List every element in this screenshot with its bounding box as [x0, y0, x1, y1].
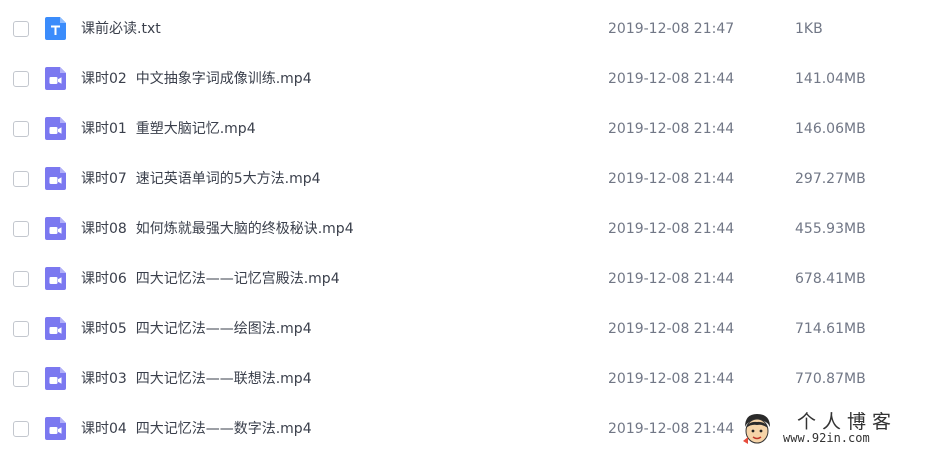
file-row[interactable]: 课时07 速记英语单词的5大方法.mp4 2019-12-08 21:44 29… — [0, 155, 932, 205]
file-row[interactable]: 课时06 四大记忆法——记忆宫殿法.mp4 2019-12-08 21:44 6… — [0, 255, 932, 305]
row-checkbox[interactable] — [13, 121, 29, 137]
cartoon-face-logo-icon — [739, 411, 775, 447]
file-size: 146.06MB — [795, 121, 866, 137]
file-date: 2019-12-08 21:44 — [608, 371, 735, 387]
file-size: 1KB — [795, 21, 823, 37]
file-name[interactable]: 课时06 四大记忆法——记忆宫殿法.mp4 — [81, 270, 340, 288]
video-file-icon — [45, 67, 66, 90]
video-file-icon — [45, 417, 66, 440]
row-checkbox[interactable] — [13, 21, 29, 37]
video-file-icon — [45, 117, 66, 140]
file-name[interactable]: 课前必读.txt — [81, 20, 161, 38]
row-checkbox[interactable] — [13, 171, 29, 187]
file-row[interactable]: 课前必读.txt 2019-12-08 21:47 1KB — [0, 5, 932, 55]
row-checkbox[interactable] — [13, 371, 29, 387]
file-date: 2019-12-08 21:44 — [608, 421, 735, 437]
watermark: 个人博客 www.92in.com — [735, 405, 932, 451]
file-name[interactable]: 课时01 重塑大脑记忆.mp4 — [81, 120, 256, 138]
file-date: 2019-12-08 21:44 — [608, 221, 735, 237]
file-size: 770.87MB — [795, 371, 866, 387]
file-date: 2019-12-08 21:44 — [608, 321, 735, 337]
file-size: 714.61MB — [795, 321, 866, 337]
file-list: 课前必读.txt 2019-12-08 21:47 1KB 课时02 中文抽象字… — [0, 0, 932, 451]
text-file-icon — [45, 17, 66, 40]
video-file-icon — [45, 367, 66, 390]
file-row[interactable]: 课时05 四大记忆法——绘图法.mp4 2019-12-08 21:44 714… — [0, 305, 932, 355]
row-checkbox[interactable] — [13, 221, 29, 237]
file-row[interactable]: 课时01 重塑大脑记忆.mp4 2019-12-08 21:44 146.06M… — [0, 105, 932, 155]
row-checkbox[interactable] — [13, 271, 29, 287]
video-file-icon — [45, 167, 66, 190]
file-name[interactable]: 课时08 如何炼就最强大脑的终极秘诀.mp4 — [81, 220, 354, 238]
file-size: 455.93MB — [795, 221, 866, 237]
file-row[interactable]: 课时02 中文抽象字词成像训练.mp4 2019-12-08 21:44 141… — [0, 55, 932, 105]
file-name[interactable]: 课时05 四大记忆法——绘图法.mp4 — [81, 320, 312, 338]
video-file-icon — [45, 317, 66, 340]
file-name[interactable]: 课时02 中文抽象字词成像训练.mp4 — [81, 70, 312, 88]
file-name[interactable]: 课时07 速记英语单词的5大方法.mp4 — [81, 170, 321, 188]
file-date: 2019-12-08 21:47 — [608, 21, 735, 37]
file-date: 2019-12-08 21:44 — [608, 71, 735, 87]
file-date: 2019-12-08 21:44 — [608, 271, 735, 287]
file-size: 141.04MB — [795, 71, 866, 87]
file-size: 678.41MB — [795, 271, 866, 287]
file-name[interactable]: 课时04 四大记忆法——数字法.mp4 — [81, 420, 312, 438]
watermark-url: www.92in.com — [783, 431, 870, 445]
row-checkbox[interactable] — [13, 421, 29, 437]
file-name[interactable]: 课时03 四大记忆法——联想法.mp4 — [81, 370, 312, 388]
file-row[interactable]: 课时08 如何炼就最强大脑的终极秘诀.mp4 2019-12-08 21:44 … — [0, 205, 932, 255]
watermark-title: 个人博客 — [797, 411, 898, 433]
file-row[interactable]: 课时03 四大记忆法——联想法.mp4 2019-12-08 21:44 770… — [0, 355, 932, 405]
file-size: 297.27MB — [795, 171, 866, 187]
row-checkbox[interactable] — [13, 321, 29, 337]
row-checkbox[interactable] — [13, 71, 29, 87]
video-file-icon — [45, 217, 66, 240]
video-file-icon — [45, 267, 66, 290]
file-date: 2019-12-08 21:44 — [608, 171, 735, 187]
file-date: 2019-12-08 21:44 — [608, 121, 735, 137]
